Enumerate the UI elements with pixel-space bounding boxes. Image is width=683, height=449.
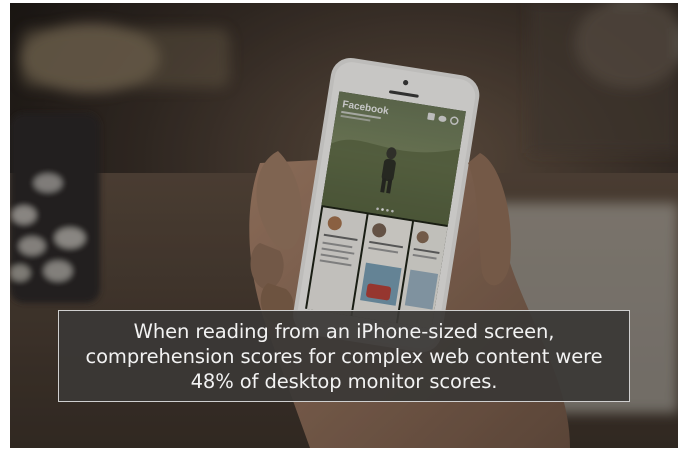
caption-box: When reading from an iPhone-sized screen…: [58, 310, 630, 402]
photo-frame: Facebook When reading from an iPhone-siz…: [10, 3, 678, 448]
caption-text: When reading from an iPhone-sized screen…: [85, 319, 603, 393]
phone-app-icon: [427, 112, 436, 121]
